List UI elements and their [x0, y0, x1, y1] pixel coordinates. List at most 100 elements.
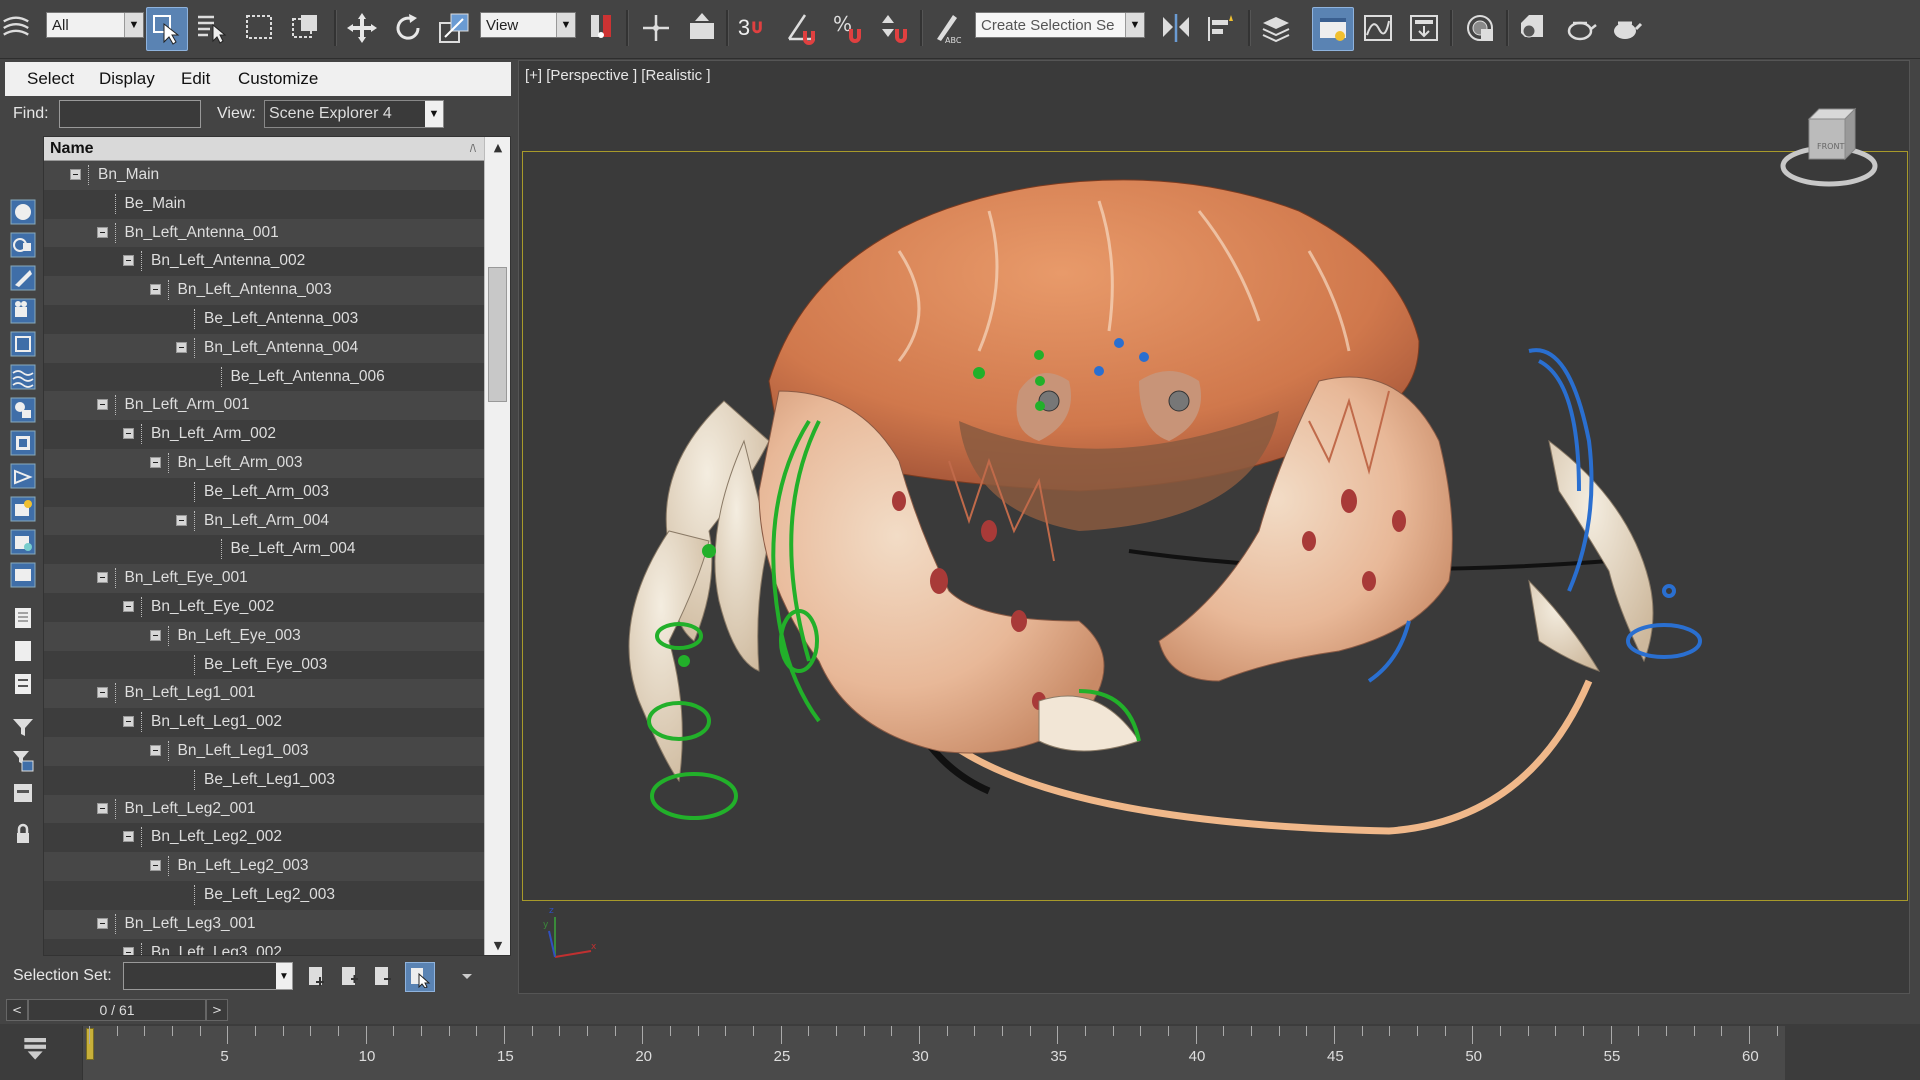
- viewcube[interactable]: FRONT: [1780, 107, 1878, 187]
- spinner-snap-toggle-button[interactable]: [874, 7, 914, 49]
- filter-settings-button[interactable]: [9, 746, 37, 774]
- tree-row[interactable]: Bn_Left_Leg2_001: [44, 795, 484, 824]
- window-crossing-button[interactable]: [286, 7, 326, 49]
- display-xrefs-button[interactable]: [9, 429, 37, 457]
- tree-row[interactable]: Bn_Left_Leg2_002: [44, 823, 484, 853]
- tree-row[interactable]: Bn_Left_Leg2_003: [44, 852, 484, 881]
- collapse-toggle-icon[interactable]: [96, 687, 108, 699]
- filter-button[interactable]: [9, 713, 37, 741]
- tree-row[interactable]: Be_Left_Eye_003: [44, 650, 484, 680]
- curve-editor-button[interactable]: [1358, 7, 1398, 49]
- name-column-header[interactable]: Name /\: [44, 137, 484, 161]
- tree-row[interactable]: Be_Left_Antenna_003: [44, 305, 484, 334]
- collapse-toggle-icon[interactable]: [176, 514, 187, 526]
- tree-row[interactable]: Bn_Main: [44, 161, 484, 190]
- tree-row[interactable]: Bn_Left_Antenna_001: [44, 219, 484, 248]
- edit-named-selection-button[interactable]: ABC: [928, 7, 968, 49]
- time-slider[interactable]: 0 / 61: [28, 999, 206, 1021]
- display-none-button[interactable]: [9, 637, 37, 665]
- scroll-down-icon[interactable]: ▼: [485, 935, 510, 955]
- selection-set-dropdown[interactable]: ▼: [123, 962, 293, 990]
- invert-display-button[interactable]: [9, 670, 37, 698]
- time-playhead[interactable]: [86, 1028, 94, 1060]
- display-space-warps-button[interactable]: [9, 363, 37, 391]
- select-and-rotate-button[interactable]: [388, 7, 428, 49]
- menu-select[interactable]: Select: [27, 69, 74, 89]
- remove-from-selection-set-button[interactable]: [369, 962, 397, 990]
- tree-row[interactable]: Be_Left_Arm_004: [44, 535, 484, 565]
- render-setup-button[interactable]: [1514, 7, 1554, 49]
- perspective-viewport[interactable]: [+] [Perspective ] [Realistic ] FRONT x …: [518, 60, 1910, 994]
- frame-ruler[interactable]: 5 10 15 20 25 30 35 40 45 50 55 60: [82, 1026, 1785, 1080]
- display-bones-button[interactable]: [9, 462, 37, 490]
- view-dropdown[interactable]: Scene Explorer 4 ▼: [264, 100, 444, 128]
- collapse-toggle-icon[interactable]: [149, 457, 161, 468]
- mirror-button[interactable]: [1156, 7, 1196, 49]
- collapse-toggle-icon[interactable]: [149, 860, 161, 872]
- tree-row[interactable]: Be_Left_Leg1_003: [44, 765, 484, 795]
- tree-row[interactable]: Bn_Left_Eye_003: [44, 622, 484, 651]
- previous-frame-button[interactable]: <: [6, 999, 28, 1021]
- tree-row[interactable]: Bn_Left_Antenna_004: [44, 334, 484, 363]
- tree-row[interactable]: Bn_Left_Antenna_003: [44, 276, 484, 305]
- collapse-toggle-icon[interactable]: [149, 284, 161, 296]
- select-and-scale-button[interactable]: [434, 7, 474, 49]
- menu-display[interactable]: Display: [99, 69, 155, 89]
- display-helpers-button[interactable]: [9, 330, 37, 358]
- reference-coordinate-dropdown[interactable]: View ▼: [480, 12, 576, 38]
- collapse-toggle-icon[interactable]: [96, 399, 108, 411]
- display-lights-button[interactable]: [9, 264, 37, 292]
- lock-cell-editing-button[interactable]: [9, 820, 37, 848]
- collapse-toggle-icon[interactable]: [123, 428, 134, 440]
- display-groups-button[interactable]: [9, 396, 37, 424]
- display-shapes-button[interactable]: [9, 231, 37, 259]
- collapse-toggle-icon[interactable]: [96, 572, 108, 584]
- collapse-toggle-icon[interactable]: [96, 226, 108, 238]
- display-frozen-button[interactable]: [9, 528, 37, 556]
- tree-row[interactable]: Bn_Left_Leg1_002: [44, 708, 484, 737]
- add-to-selection-set-button[interactable]: [336, 962, 364, 990]
- angle-snap-toggle-button[interactable]: [782, 7, 822, 49]
- render-production-button[interactable]: [1606, 7, 1646, 49]
- select-from-set-button[interactable]: [405, 962, 435, 992]
- menu-edit[interactable]: Edit: [181, 69, 210, 89]
- schematic-view-button[interactable]: [1404, 7, 1444, 49]
- scrollbar-thumb[interactable]: [488, 267, 507, 402]
- snaps-toggle-button[interactable]: 3: [734, 7, 774, 49]
- tree-row[interactable]: Bn_Left_Eye_001: [44, 564, 484, 593]
- tree-row[interactable]: Bn_Left_Leg1_003: [44, 737, 484, 766]
- tree-row[interactable]: Be_Left_Arm_003: [44, 477, 484, 507]
- named-selection-sets-dropdown[interactable]: Create Selection Se ▼: [975, 12, 1145, 38]
- keyboard-shortcut-override-button[interactable]: [682, 7, 722, 49]
- layer-explorer-button[interactable]: [1256, 7, 1296, 49]
- render-frame-window-button[interactable]: [1560, 7, 1600, 49]
- select-by-name-button[interactable]: [192, 7, 232, 49]
- key-filters-button[interactable]: [18, 1028, 54, 1068]
- display-containers-button[interactable]: [9, 495, 37, 523]
- collapse-toggle-icon[interactable]: [149, 629, 161, 641]
- layers-icon[interactable]: [0, 7, 32, 49]
- tree-row[interactable]: Bn_Left_Arm_002: [44, 420, 484, 449]
- scroll-up-icon[interactable]: ▲: [485, 137, 510, 157]
- collapse-toggle-icon[interactable]: [149, 745, 161, 756]
- collapse-toggle-icon[interactable]: [123, 601, 134, 612]
- tree-row[interactable]: Bn_Left_Arm_003: [44, 449, 484, 478]
- selection-filter-dropdown[interactable]: All ▼: [46, 12, 144, 38]
- menu-customize[interactable]: Customize: [238, 69, 318, 89]
- next-frame-button[interactable]: >: [206, 999, 228, 1021]
- tree-row[interactable]: Bn_Left_Antenna_002: [44, 247, 484, 277]
- align-button[interactable]: [1202, 7, 1242, 49]
- select-and-move-button[interactable]: [342, 7, 382, 49]
- tree-row[interactable]: Bn_Left_Arm_001: [44, 391, 484, 420]
- display-cameras-button[interactable]: [9, 297, 37, 325]
- scene-explorer-toggle-button[interactable]: [1312, 7, 1354, 51]
- collapse-toggle-icon[interactable]: [123, 946, 134, 955]
- collapse-toggle-icon[interactable]: [70, 169, 81, 180]
- material-editor-button[interactable]: [1460, 7, 1500, 49]
- select-manipulate-button[interactable]: [636, 7, 676, 49]
- tree-row[interactable]: Bn_Left_Leg3_002: [44, 938, 484, 955]
- tree-row[interactable]: Bn_Left_Eye_002: [44, 593, 484, 622]
- collapse-toggle-icon[interactable]: [123, 255, 134, 267]
- select-object-button[interactable]: [146, 7, 188, 51]
- collapse-toggle-icon[interactable]: [96, 802, 108, 814]
